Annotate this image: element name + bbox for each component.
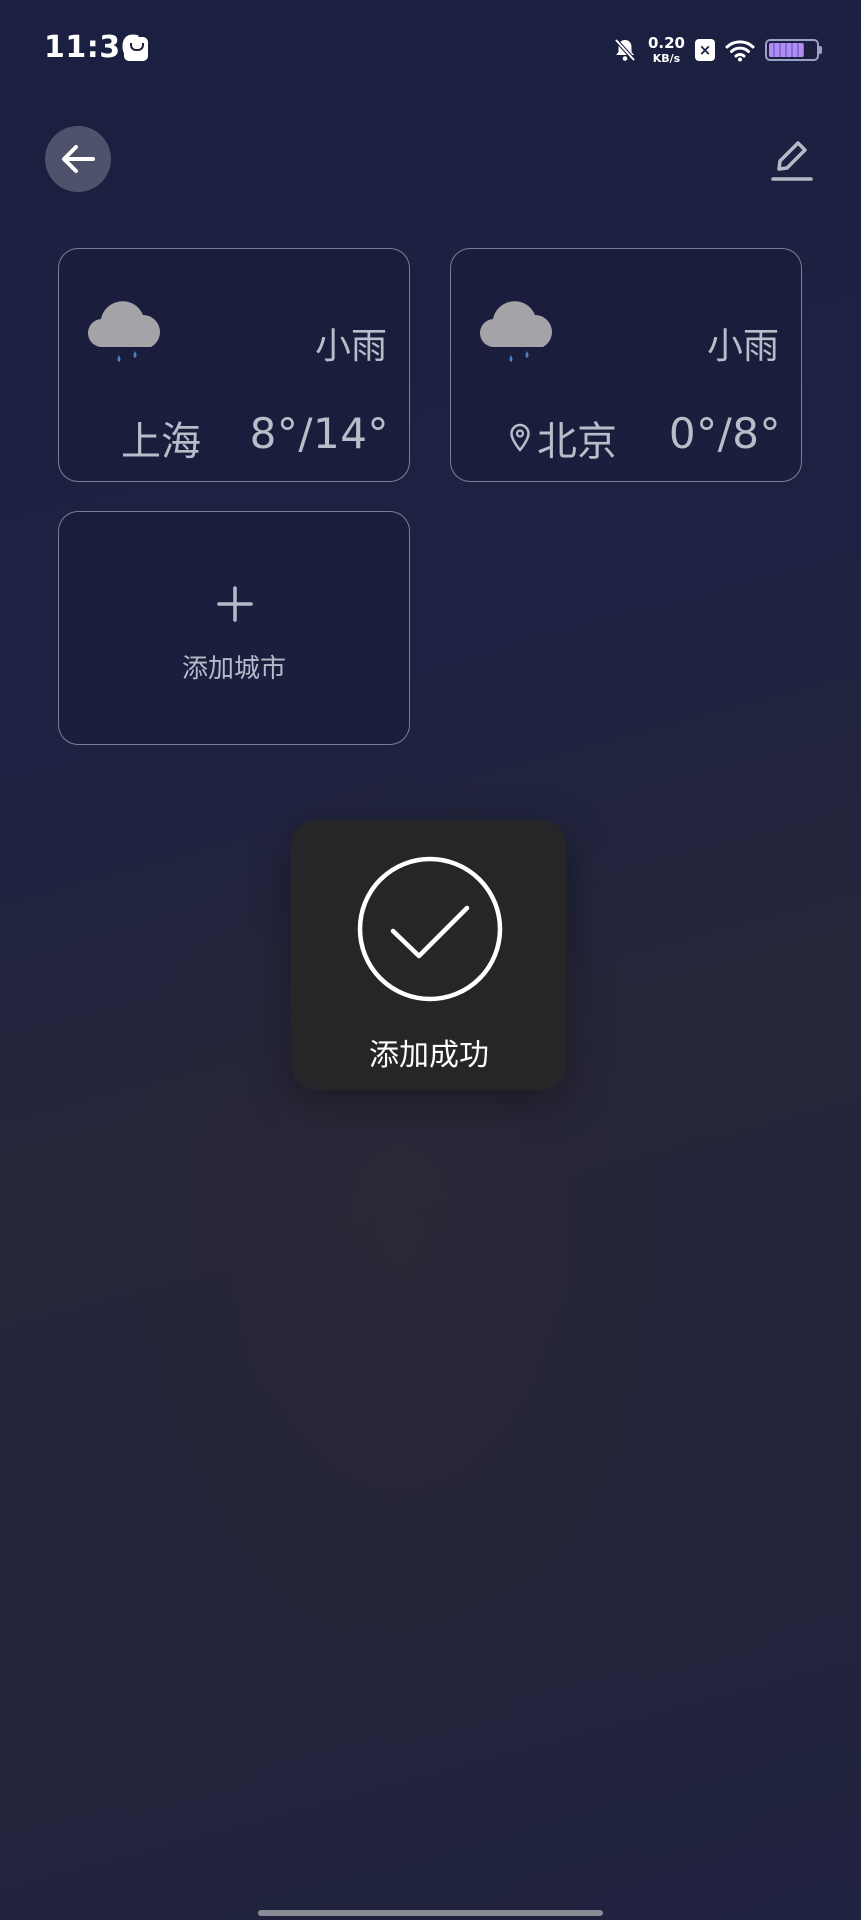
plus-icon xyxy=(217,586,253,622)
city-card-shanghai[interactable]: 小雨 上海 8°/14° xyxy=(58,248,410,482)
mute-bell-icon xyxy=(614,38,636,62)
city-name: 北京 xyxy=(509,409,617,467)
toast-message: 添加成功 xyxy=(369,1038,489,1073)
light-rain-icon xyxy=(87,301,160,362)
add-city-button[interactable]: 添加城市 xyxy=(58,511,410,745)
status-bar: 11:36 0.20 KB/s × xyxy=(0,0,861,100)
status-icons: 0.20 KB/s × xyxy=(612,30,822,70)
check-circle-icon xyxy=(357,856,503,1002)
city-name-label: 北京 xyxy=(537,419,617,465)
network-speed-value: 0.20 xyxy=(647,34,685,52)
back-button[interactable] xyxy=(45,126,111,192)
pencil-icon xyxy=(771,141,813,181)
weather-description: 小雨 xyxy=(706,326,779,367)
edit-button[interactable] xyxy=(764,132,820,188)
temperature-range: 8°/14° xyxy=(249,409,389,458)
weather-description: 小雨 xyxy=(314,326,387,367)
city-name: 上海 xyxy=(121,409,201,467)
add-city-label: 添加城市 xyxy=(181,654,286,684)
no-sim-icon: × xyxy=(695,39,715,61)
battery-level xyxy=(769,43,804,57)
arrow-left-icon xyxy=(62,145,95,173)
city-card-beijing[interactable]: 小雨 北京 0°/8° xyxy=(450,248,802,482)
location-pin-icon xyxy=(510,423,530,452)
city-name-label: 上海 xyxy=(121,419,201,465)
light-rain-icon xyxy=(479,301,552,362)
home-indicator[interactable] xyxy=(258,1910,603,1916)
network-speed: 0.20 KB/s xyxy=(647,34,685,65)
battery-icon xyxy=(765,39,822,61)
notification-app-icon xyxy=(124,37,148,61)
temperature-range: 0°/8° xyxy=(668,409,781,458)
wifi-icon xyxy=(725,40,755,62)
success-toast: 添加成功 xyxy=(291,820,567,1090)
network-speed-unit: KB/s xyxy=(652,52,681,65)
